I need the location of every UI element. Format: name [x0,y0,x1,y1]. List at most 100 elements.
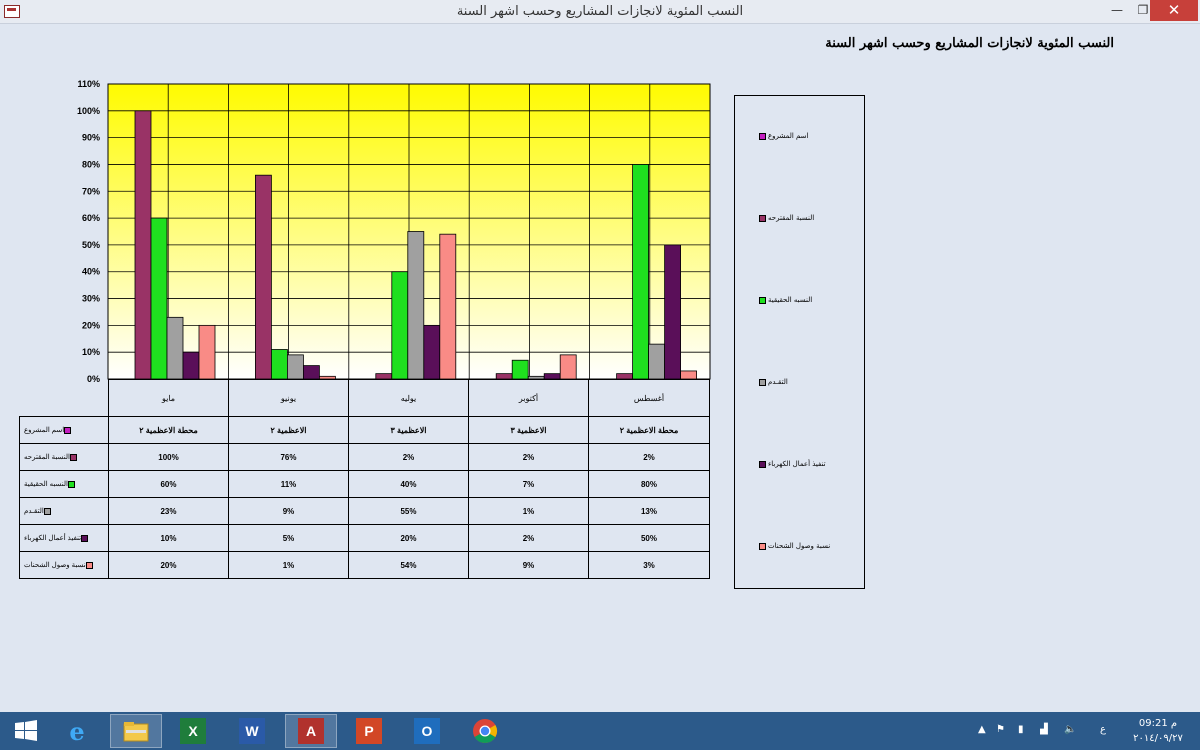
table-cell: الاعظمية ٣ [348,416,469,444]
legend-swatch [85,561,93,569]
close-button[interactable]: ✕ [1150,0,1198,21]
bar [198,324,216,380]
y-tick-label: 30% [82,294,100,304]
table-cell: 2% [468,443,589,471]
tray-expand-icon[interactable]: ▲ [978,724,986,735]
table-cell: 50% [588,524,710,552]
legend-item: تنفيذ أعمال الكهرباء [759,460,826,472]
window-titlebar[interactable]: النسب المئوية لانجازات المشاريع وحسب اشه… [0,0,1200,24]
legend-swatch [81,534,89,542]
table-cell: 40% [348,470,469,498]
bar [632,164,649,380]
table-cell: 80% [588,470,710,498]
table-corner [19,379,109,417]
legend-item: النسبة المقترحه [759,214,814,226]
taskbar: e X W A P O ▲ ⚑ ▮ ▟ 🔈 ع 09:21 م ٢٠١٤/٠٩/… [0,712,1200,750]
excel-icon: X [180,718,206,744]
table-cell: 1% [228,551,349,579]
legend-swatch [759,214,766,222]
table-cell: 3% [588,551,710,579]
report-canvas: النسب المئوية لانجازات المشاريع وحسب اشه… [0,24,1200,712]
taskbar-access[interactable]: A [285,714,337,748]
column-header: أغسطس [588,379,710,417]
y-tick-label: 80% [82,159,100,169]
table-cell: الاعظمية ٢ [228,416,349,444]
table-cell: 10% [108,524,229,552]
table-cell: 55% [348,497,469,525]
table-row: النسبة المقترحه 100% 76% 2% 2% 2% [19,443,710,471]
table-cell: 5% [228,524,349,552]
table-cell: 60% [108,470,229,498]
taskbar-outlook[interactable]: O [401,714,453,748]
y-tick-label: 100% [77,106,100,116]
battery-icon[interactable]: ▮ [1018,724,1024,735]
legend-swatch [759,460,766,468]
legend-swatch [64,426,72,434]
bar [439,233,457,380]
table-cell: محطة الاعظمية ٢ [108,416,229,444]
legend-swatch [759,542,766,550]
table-cell: 76% [228,443,349,471]
bar [664,244,681,380]
legend-swatch [43,507,51,515]
clock-date: ٢٠١٤/٠٩/٢٧ [1133,733,1183,744]
table-cell: 2% [468,524,589,552]
taskbar-word[interactable]: W [226,714,278,748]
bar [680,370,697,380]
column-header: أكتوبر [468,379,589,417]
y-tick-label: 20% [82,320,100,330]
column-header: يوليه [348,379,469,417]
y-tick-label: 70% [82,186,100,196]
legend-swatch [759,296,766,304]
legend-swatch [759,132,766,140]
bar [559,354,577,380]
row-label: النسبة المقترحه [19,443,109,471]
bar [407,231,425,380]
table-cell: 13% [588,497,710,525]
table-row: نسبة وصول الشحنات 20% 1% 54% 9% 3% [19,551,710,579]
bar [511,359,529,380]
y-tick-label: 10% [82,347,100,357]
table-cell: 2% [348,443,469,471]
start-button[interactable] [0,714,52,748]
table-cell: 2% [588,443,710,471]
column-header: مايو [108,379,229,417]
taskbar-chrome[interactable] [459,714,511,748]
network-icon[interactable]: ▟ [1040,724,1048,735]
taskbar-file-explorer[interactable] [110,714,162,748]
table-row: التقـدم 23% 9% 55% 1% 13% [19,497,710,525]
input-language[interactable]: ع [1100,724,1106,735]
legend-swatch [759,378,766,386]
row-label: النسبه الحقيقية [19,470,109,498]
table-cell: 54% [348,551,469,579]
data-table: مايو يونيو يوليه أكتوبر أغسطس اسم المشرو… [19,379,710,579]
table-cell: 11% [228,470,349,498]
row-label: تنفيذ أعمال الكهرباء [19,524,109,552]
taskbar-internet-explorer[interactable]: e [51,714,103,748]
y-tick-label: 60% [82,213,100,223]
table-cell: 9% [468,551,589,579]
y-tick-label: 50% [82,240,100,250]
table-cell: محطة الاعظمية ٢ [588,416,710,444]
table-cell: 23% [108,497,229,525]
taskbar-powerpoint[interactable]: P [343,714,395,748]
legend-item: نسبة وصول الشحنات [759,542,830,554]
volume-icon[interactable]: 🔈 [1064,724,1076,735]
table-cell: 20% [348,524,469,552]
table-row: تنفيذ أعمال الكهرباء 10% 5% 20% 2% 50% [19,524,710,552]
system-clock[interactable]: 09:21 م ٢٠١٤/٠٩/٢٧ [1128,716,1188,746]
flag-icon[interactable]: ⚑ [996,724,1005,735]
legend-item: التقـدم [759,378,788,390]
bar [182,351,200,380]
table-cell: 20% [108,551,229,579]
table-row: النسبه الحقيقية 60% 11% 40% 7% 80% [19,470,710,498]
legend-item: النسبه الحقيقية [759,296,812,308]
chrome-icon [473,719,498,744]
access-icon: A [298,718,324,744]
legend-swatch [67,480,75,488]
bar [423,324,441,380]
y-tick-label: 90% [82,133,100,143]
clock-time: 09:21 م [1138,718,1178,729]
y-axis-ticks: 110%100%90%80%70%60%50%40%30%20%10%0% [77,79,100,384]
taskbar-excel[interactable]: X [167,714,219,748]
